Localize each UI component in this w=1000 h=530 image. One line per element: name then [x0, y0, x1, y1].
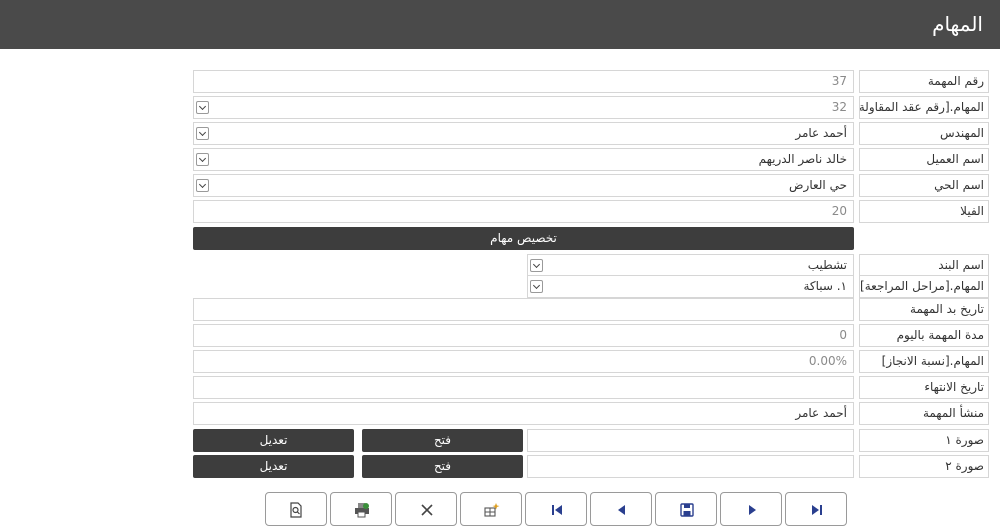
form-row-engineer: أحمد عامر المهندس	[193, 122, 989, 145]
edit-image-2-button[interactable]: تعديل	[193, 455, 354, 478]
item-name-value: تشطيب	[807, 258, 847, 272]
chevron-down-icon[interactable]	[196, 127, 209, 140]
next-record-icon	[749, 505, 756, 515]
form-row-duration: 0 مدة المهمة باليوم	[193, 324, 989, 347]
form-row-image-1: تعديل فتح صورة ١	[193, 429, 989, 452]
edit-image-1-button[interactable]: تعديل	[193, 429, 354, 452]
client-name-value: خالد ناصر الدريهم	[758, 152, 847, 166]
last-record-icon	[812, 505, 822, 515]
image-2-field[interactable]	[527, 455, 854, 478]
form-row-review-stage: ١. سباكة المهام.[مراحل المراجعة]	[193, 275, 989, 298]
preview-icon	[290, 502, 302, 518]
duration-label: مدة المهمة باليوم	[859, 324, 989, 347]
previous-record-icon	[618, 505, 625, 515]
form-row-district: حي العارض اسم الحي	[193, 174, 989, 197]
delete-button[interactable]	[395, 492, 457, 526]
task-number-label: رقم المهمة	[859, 70, 989, 93]
engineer-label: المهندس	[859, 122, 989, 145]
review-stage-value: ١. سباكة	[803, 279, 847, 293]
client-name-label: اسم العميل	[859, 148, 989, 171]
form-row-end-date: تاريخ الانتهاء	[193, 376, 989, 399]
title-bar: المهام	[0, 0, 1000, 49]
new-record-button[interactable]	[460, 492, 522, 526]
engineer-value: أحمد عامر	[795, 126, 847, 140]
page-title: المهام	[932, 12, 983, 36]
task-number-field[interactable]: 37	[193, 70, 854, 93]
review-stage-label: المهام.[مراحل المراجعة]	[859, 275, 989, 298]
chevron-down-icon[interactable]	[530, 280, 543, 293]
form-row-item-name: تشطيب اسم البند	[193, 254, 989, 277]
review-stage-select[interactable]: ١. سباكة	[527, 275, 854, 298]
villa-label: الفيلا	[859, 200, 989, 223]
save-record-button[interactable]	[655, 492, 717, 526]
open-image-2-button[interactable]: فتح	[362, 455, 523, 478]
form-row-villa: 20 الفيلا	[193, 200, 989, 223]
end-date-field[interactable]	[193, 376, 854, 399]
next-record-button[interactable]	[720, 492, 782, 526]
chevron-down-icon[interactable]	[196, 153, 209, 166]
chevron-down-icon[interactable]	[530, 259, 543, 272]
image-1-label: صورة ١	[859, 429, 989, 452]
contract-number-value: 32	[831, 100, 847, 114]
completion-label: المهام.[نسبة الانجاز]	[859, 350, 989, 373]
chevron-down-icon[interactable]	[196, 101, 209, 114]
district-value: حي العارض	[789, 178, 847, 192]
form-row-completion: 0.00% المهام.[نسبة الانجاز]	[193, 350, 989, 373]
new-record-icon	[484, 503, 500, 517]
item-name-label: اسم البند	[859, 254, 989, 277]
image-1-field[interactable]	[527, 429, 854, 452]
form-row-contract-number: 32 المهام.[رقم عقد المقاولة]	[193, 96, 989, 119]
form-row-client-name: خالد ناصر الدريهم اسم العميل	[193, 148, 989, 171]
contract-number-select[interactable]: 32	[193, 96, 854, 119]
print-button[interactable]	[330, 492, 392, 526]
form-row-image-2: تعديل فتح صورة ٢	[193, 455, 989, 478]
print-icon	[355, 503, 369, 518]
save-icon	[680, 503, 694, 517]
previous-record-button[interactable]	[590, 492, 652, 526]
start-date-field[interactable]	[193, 298, 854, 321]
villa-field[interactable]: 20	[193, 200, 854, 223]
end-date-label: تاريخ الانتهاء	[859, 376, 989, 399]
print-preview-button[interactable]	[265, 492, 327, 526]
close-icon	[421, 504, 433, 516]
assign-tasks-button[interactable]: تخصيص مهام	[193, 227, 854, 250]
district-label: اسم الحي	[859, 174, 989, 197]
open-image-1-button[interactable]: فتح	[362, 429, 523, 452]
image-2-label: صورة ٢	[859, 455, 989, 478]
first-record-button[interactable]	[525, 492, 587, 526]
form-row-start-date: تاريخ بد المهمة	[193, 298, 989, 321]
contract-number-label: المهام.[رقم عقد المقاولة]	[859, 96, 989, 119]
last-record-button[interactable]	[785, 492, 847, 526]
chevron-down-icon[interactable]	[196, 179, 209, 192]
client-name-select[interactable]: خالد ناصر الدريهم	[193, 148, 854, 171]
duration-field[interactable]: 0	[193, 324, 854, 347]
item-name-select[interactable]: تشطيب	[527, 254, 854, 277]
first-record-icon	[552, 505, 562, 515]
created-by-field[interactable]: أحمد عامر	[193, 402, 854, 425]
form-row-created-by: أحمد عامر منشأ المهمة	[193, 402, 989, 425]
engineer-select[interactable]: أحمد عامر	[193, 122, 854, 145]
district-select[interactable]: حي العارض	[193, 174, 854, 197]
start-date-label: تاريخ بد المهمة	[859, 298, 989, 321]
form-row-task-number: 37 رقم المهمة	[193, 70, 989, 93]
completion-field[interactable]: 0.00%	[193, 350, 854, 373]
created-by-label: منشأ المهمة	[859, 402, 989, 425]
